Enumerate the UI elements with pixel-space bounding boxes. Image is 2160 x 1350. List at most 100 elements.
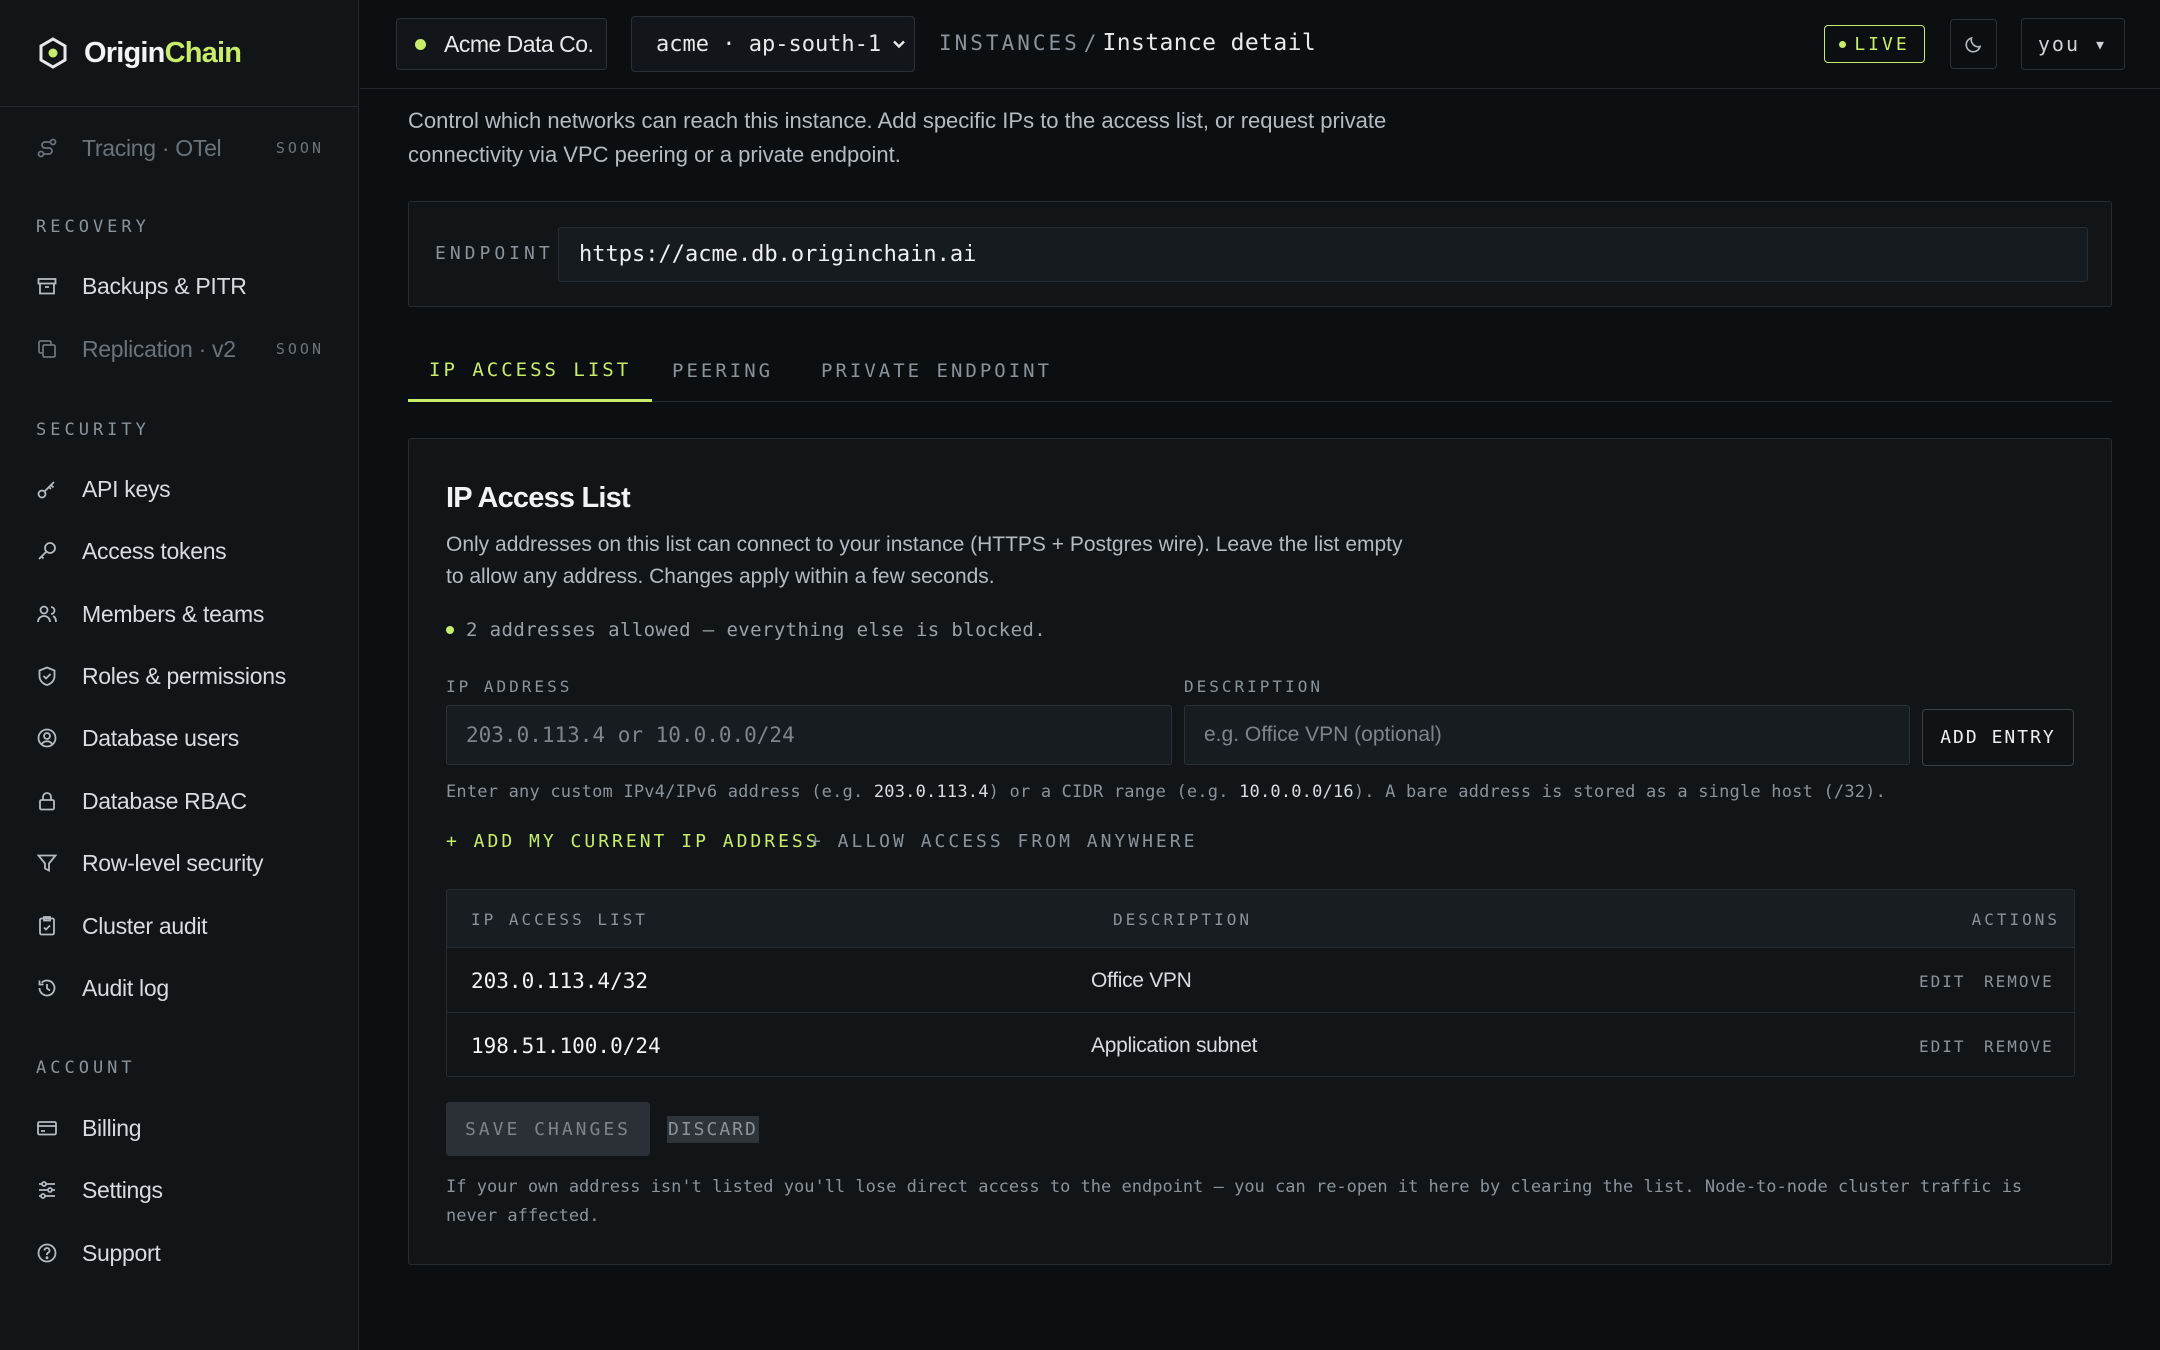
theme-toggle-button[interactable] xyxy=(1950,19,1997,69)
moon-icon xyxy=(1964,36,1981,53)
section-security: SECURITY xyxy=(36,420,150,440)
sidebar-item-label: Database RBAC xyxy=(82,787,247,814)
token-icon xyxy=(38,542,56,560)
key-icon xyxy=(37,481,55,499)
edit-button[interactable]: EDIT xyxy=(1919,972,1966,991)
help-icon xyxy=(37,1243,57,1263)
tab-ip-access-list[interactable]: IP ACCESS LIST xyxy=(408,340,653,402)
allowlist-status: 2 addresses allowed — everything else is… xyxy=(446,619,1046,641)
sidebar-item-cluster-audit[interactable]: Cluster audit xyxy=(36,904,336,948)
panel-footnote: If your own address isn't listed you'll … xyxy=(446,1177,2023,1226)
add-current-ip-link[interactable]: + ADD MY CURRENT IP ADDRESS xyxy=(446,831,820,852)
row-ip: 203.0.113.4/32 xyxy=(471,969,649,993)
description-input[interactable] xyxy=(1184,705,1910,765)
sidebar-item-label: Members & teams xyxy=(82,600,265,627)
region-value: acme · ap-south-1 xyxy=(656,31,882,57)
trace-icon xyxy=(37,138,57,158)
archive-icon xyxy=(37,278,57,295)
ip-address-input[interactable] xyxy=(446,705,1172,765)
sidebar-item-audit-log[interactable]: Audit log xyxy=(36,966,336,1010)
sidebar: OriginChain Tracing · OTel SOON RECOVERY… xyxy=(0,0,359,1350)
filter-icon xyxy=(36,854,58,872)
discard-button[interactable]: DISCARD xyxy=(667,1116,759,1143)
row-description: Office VPN xyxy=(1091,969,1192,992)
logo-icon xyxy=(39,37,67,69)
breadcrumb-parent[interactable]: INSTANCES xyxy=(939,31,1080,55)
users-icon xyxy=(37,605,57,623)
panel-title: IP Access List xyxy=(446,482,631,514)
panel-description: Only addresses on this list can connect … xyxy=(446,533,1403,588)
section-recovery: RECOVERY xyxy=(36,217,150,237)
status-text: 2 addresses allowed — everything else is… xyxy=(466,619,1047,641)
region-select[interactable]: acme · ap-south-1 xyxy=(631,16,915,72)
sidebar-item-label: Support xyxy=(82,1239,161,1266)
breadcrumb: INSTANCES / Instance detail xyxy=(939,30,1316,56)
description-label: DESCRIPTION xyxy=(1184,677,1323,696)
soon-badge: SOON xyxy=(275,340,324,358)
remove-button[interactable]: REMOVE xyxy=(1984,972,2054,991)
sidebar-item-members[interactable]: Members & teams xyxy=(36,592,336,636)
user-circle-icon xyxy=(37,728,57,748)
org-status-dot xyxy=(415,38,426,50)
column-header-description: DESCRIPTION xyxy=(1113,910,1252,929)
sidebar-item-database-rbac[interactable]: Database RBAC xyxy=(36,779,336,823)
page-intro: Control which networks can reach this in… xyxy=(408,108,1387,167)
shield-icon xyxy=(38,666,56,686)
topbar: Acme Data Co. acme · ap-south-1 INSTANCE… xyxy=(360,0,2160,89)
sidebar-item-backups[interactable]: Backups & PITR xyxy=(36,264,336,308)
sidebar-item-billing[interactable]: Billing xyxy=(36,1106,336,1150)
ip-address-label: IP ADDRESS xyxy=(446,677,573,696)
row-description: Application subnet xyxy=(1091,1034,1258,1057)
network-tabs: IP ACCESS LIST PEERING PRIVATE ENDPOINT xyxy=(408,340,2112,402)
endpoint-label: ENDPOINT xyxy=(435,243,554,264)
remove-button[interactable]: REMOVE xyxy=(1984,1037,2054,1056)
sidebar-item-database-users[interactable]: Database users xyxy=(36,716,336,760)
status-badge: LIVE xyxy=(1824,25,1925,63)
sidebar-item-support[interactable]: Support xyxy=(36,1231,336,1275)
lock-icon xyxy=(39,792,55,811)
table-header: IP ACCESS LIST DESCRIPTION ACTIONS xyxy=(447,890,2074,948)
sidebar-item-api-keys[interactable]: API keys xyxy=(36,467,336,511)
brand-name: OriginChain xyxy=(84,36,242,69)
add-entry-button[interactable]: ADD ENTRY xyxy=(1922,709,2074,766)
tab-private-endpoint[interactable]: PRIVATE ENDPOINT xyxy=(800,340,1073,402)
sidebar-item-label: Database users xyxy=(82,724,239,751)
sidebar-item-label: Settings xyxy=(82,1176,163,1203)
brand[interactable]: OriginChain xyxy=(0,0,358,107)
column-header-actions: ACTIONS xyxy=(1971,910,2060,929)
soon-badge: SOON xyxy=(275,139,324,157)
table-row: 203.0.113.4/32 Office VPN EDIT REMOVE xyxy=(447,948,2074,1013)
sidebar-item-label: Tracing · OTel xyxy=(82,134,222,161)
status-label: LIVE xyxy=(1854,33,1910,55)
sidebar-item-label: Audit log xyxy=(82,974,169,1001)
sidebar-item-label: Roles & permissions xyxy=(82,662,286,689)
table-row: 198.51.100.0/24 Application subnet EDIT … xyxy=(447,1013,2074,1076)
card-icon xyxy=(37,1121,57,1136)
save-changes-button[interactable]: SAVE CHANGES xyxy=(446,1102,650,1156)
sidebar-item-label: Cluster audit xyxy=(82,912,208,939)
history-icon xyxy=(38,979,56,997)
sidebar-item-label: Billing xyxy=(82,1114,142,1141)
endpoint-value[interactable]: https://acme.db.originchain.ai xyxy=(558,227,2088,282)
sliders-icon xyxy=(39,1181,55,1199)
sidebar-item-label: API keys xyxy=(82,475,171,502)
ip-access-table: IP ACCESS LIST DESCRIPTION ACTIONS 203.0… xyxy=(446,889,2075,1077)
endpoint-card: ENDPOINT https://acme.db.originchain.ai xyxy=(408,201,2112,307)
sidebar-item-roles[interactable]: Roles & permissions xyxy=(36,654,336,698)
sidebar-item-tracing: Tracing · OTel SOON xyxy=(36,126,336,170)
user-menu-button[interactable]: you ▾ xyxy=(2021,18,2125,70)
status-dot xyxy=(446,626,454,634)
allow-anywhere-link[interactable]: + ALLOW ACCESS FROM ANYWHERE xyxy=(810,831,1197,852)
breadcrumb-separator: / xyxy=(1083,31,1097,55)
sidebar-item-access-tokens[interactable]: Access tokens xyxy=(36,529,336,573)
breadcrumb-current: Instance detail xyxy=(1102,30,1317,56)
edit-button[interactable]: EDIT xyxy=(1919,1037,1966,1056)
sidebar-item-row-level-security[interactable]: Row-level security xyxy=(36,841,336,885)
sidebar-item-label: Access tokens xyxy=(82,537,227,564)
tab-peering[interactable]: PEERING xyxy=(651,340,794,402)
org-switcher[interactable]: Acme Data Co. xyxy=(396,18,607,70)
sidebar-item-replication: Replication · v2 SOON xyxy=(36,327,336,371)
sidebar-item-label: Replication · v2 xyxy=(82,335,236,362)
sidebar-item-settings[interactable]: Settings xyxy=(36,1168,336,1212)
org-name: Acme Data Co. xyxy=(444,30,594,57)
